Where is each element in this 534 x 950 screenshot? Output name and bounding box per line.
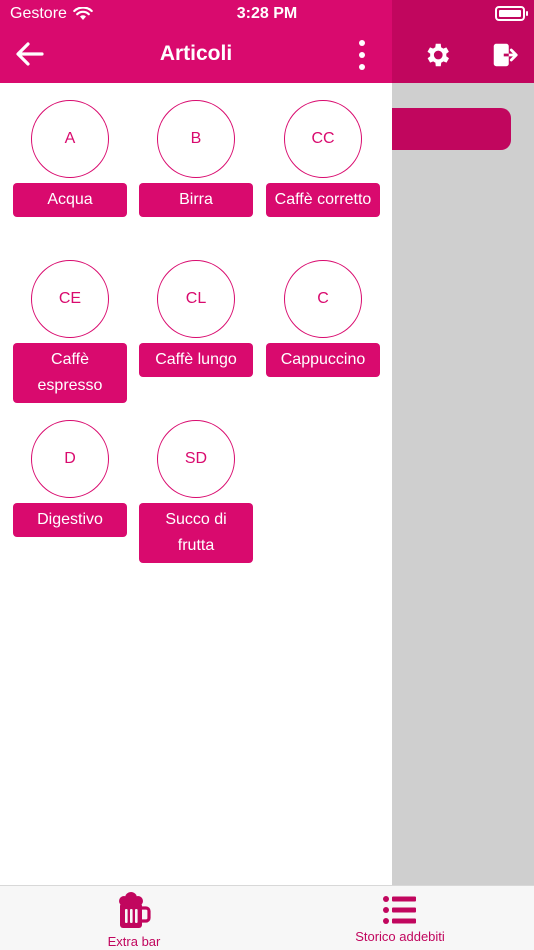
article-name-button[interactable]: Birra bbox=[139, 183, 253, 217]
tab-label: Storico addebiti bbox=[355, 929, 445, 944]
article-code-circle[interactable]: CE bbox=[31, 260, 109, 338]
article-name-button[interactable]: Acqua bbox=[13, 183, 127, 217]
beer-mug-icon bbox=[119, 892, 151, 928]
article-name-button[interactable]: Digestivo bbox=[13, 503, 127, 537]
article-code-circle[interactable]: C bbox=[284, 260, 362, 338]
article-code-circle[interactable]: B bbox=[157, 100, 235, 178]
article-name-button[interactable]: Caffè espresso bbox=[13, 343, 127, 403]
tab-extra-bar[interactable]: Extra bar bbox=[80, 886, 188, 950]
tab-label: Extra bar bbox=[107, 934, 161, 949]
articles-drawer: Articoli A Acqua B Birra CC Caffè corret… bbox=[0, 0, 392, 885]
status-bar: Gestore 3:28 PM bbox=[0, 0, 534, 28]
more-options-icon[interactable] bbox=[350, 38, 374, 72]
status-time: 3:28 PM bbox=[236, 5, 298, 22]
settings-gear-icon[interactable] bbox=[420, 38, 454, 72]
article-code-circle[interactable]: CL bbox=[157, 260, 235, 338]
article-code-circle[interactable]: SD bbox=[157, 420, 235, 498]
logout-icon[interactable] bbox=[488, 38, 522, 72]
tab-storico-addebiti[interactable]: Storico addebiti bbox=[340, 886, 460, 950]
app-screen: Gestore 3:28 PM Articoli A Acqua B Birra bbox=[0, 0, 534, 950]
article-name-button[interactable]: Caffè lungo bbox=[139, 343, 253, 377]
article-code-circle[interactable]: CC bbox=[284, 100, 362, 178]
battery-icon bbox=[495, 6, 528, 21]
article-code-circle[interactable]: A bbox=[31, 100, 109, 178]
article-name-button[interactable]: Succo di frutta bbox=[139, 503, 253, 563]
article-name-button[interactable]: Caffè corretto bbox=[266, 183, 380, 217]
article-code-circle[interactable]: D bbox=[31, 420, 109, 498]
bottom-tab-bar: Extra bar Storico addebiti bbox=[0, 885, 534, 950]
page-title: Articoli bbox=[159, 42, 233, 65]
article-name-button[interactable]: Cappuccino bbox=[266, 343, 380, 377]
list-icon bbox=[383, 896, 416, 924]
